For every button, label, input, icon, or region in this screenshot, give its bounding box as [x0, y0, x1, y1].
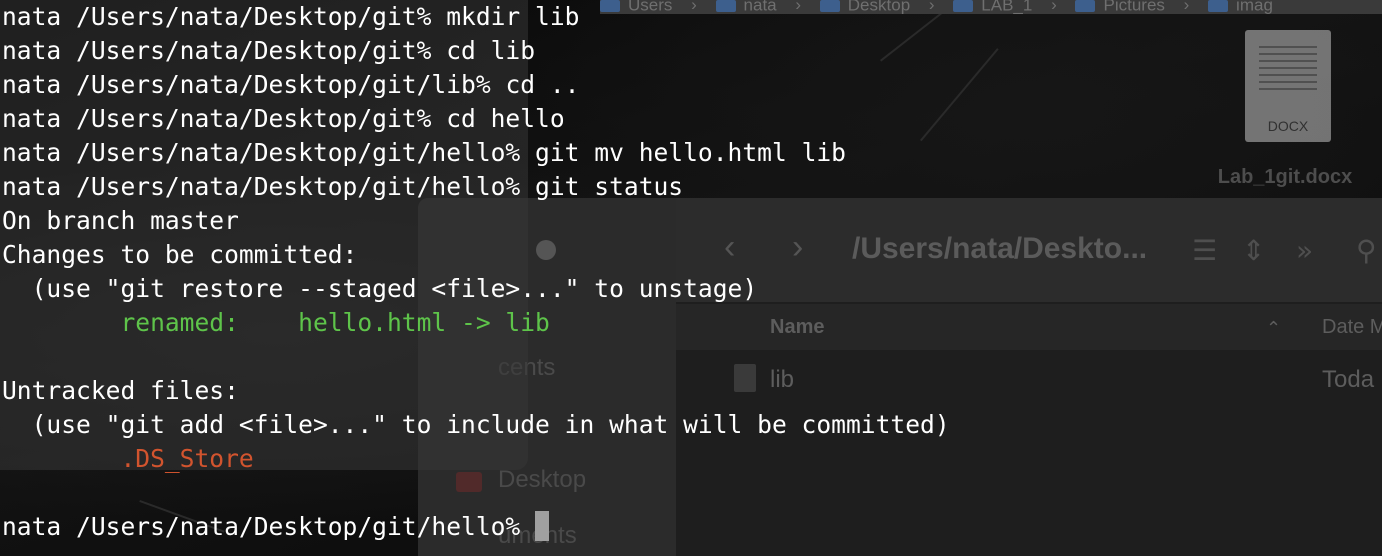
folder-icon	[1075, 0, 1096, 12]
status-branch-line: On branch master	[2, 206, 239, 235]
prompt: nata /Users/nata/Desktop/git/hello%	[2, 138, 536, 167]
status-untracked-hint: (use "git add <file>..." to include in w…	[2, 410, 950, 439]
status-renamed-entry: renamed: hello.html -> lib	[2, 308, 550, 337]
prompt: nata /Users/nata/Desktop/git/hello%	[2, 512, 536, 541]
status-staged-header: Changes to be committed:	[2, 240, 358, 269]
terminal-output[interactable]: nata /Users/nata/Desktop/git% mkdir lib n…	[2, 0, 950, 544]
command: cd lib	[446, 36, 536, 65]
terminal-line: nata /Users/nata/Desktop/git% cd hello	[2, 102, 950, 136]
column-header-date[interactable]: Date M	[1322, 316, 1382, 339]
status-untracked-entry: .DS_Store	[2, 444, 254, 473]
terminal-line-current: nata /Users/nata/Desktop/git/hello%	[2, 510, 950, 544]
prompt: nata /Users/nata/Desktop/git/hello%	[2, 172, 536, 201]
path-segment[interactable]: LAB_1	[953, 0, 1032, 13]
folder-icon	[1208, 0, 1229, 12]
command: git mv hello.html lib	[535, 138, 846, 167]
path-segment[interactable]: Pictures	[1075, 0, 1165, 13]
folder-icon	[953, 0, 974, 12]
search-icon[interactable]: ⚲	[1356, 234, 1377, 267]
sort-ascending-icon: ⌃	[1266, 318, 1282, 339]
list-view-icon[interactable]: ☰	[1192, 234, 1217, 267]
sort-toggle-icon[interactable]: ⇕	[1242, 234, 1265, 267]
command: cd ..	[505, 70, 580, 99]
path-separator: ›	[1183, 0, 1190, 14]
terminal-line: nata /Users/nata/Desktop/git/lib% cd ..	[2, 68, 950, 102]
terminal-line: nata /Users/nata/Desktop/git% cd lib	[2, 34, 950, 68]
document-lines	[1259, 46, 1317, 95]
prompt: nata /Users/nata/Desktop/git%	[2, 36, 447, 65]
command: git status	[535, 172, 684, 201]
status-untracked-header: Untracked files:	[2, 376, 239, 405]
prompt: nata /Users/nata/Desktop/git/lib%	[2, 70, 506, 99]
command: cd hello	[446, 104, 565, 133]
more-icon[interactable]: »	[1296, 234, 1313, 267]
text-cursor[interactable]	[535, 511, 550, 541]
terminal-line: nata /Users/nata/Desktop/git/hello% git …	[2, 170, 950, 204]
terminal-line: nata /Users/nata/Desktop/git/hello% git …	[2, 136, 950, 170]
docx-file-icon[interactable]: DOCX	[1245, 30, 1331, 142]
terminal-line: nata /Users/nata/Desktop/git% mkdir lib	[2, 0, 950, 34]
status-staged-hint: (use "git restore --staged <file>..." to…	[2, 274, 758, 303]
command: mkdir lib	[446, 2, 580, 31]
prompt: nata /Users/nata/Desktop/git%	[2, 2, 447, 31]
desktop-file-name[interactable]: Lab_1git.docx	[1185, 166, 1382, 189]
file-date: Toda	[1322, 366, 1375, 393]
prompt: nata /Users/nata/Desktop/git%	[2, 104, 447, 133]
file-type-label: DOCX	[1267, 118, 1309, 134]
path-separator: ›	[1051, 0, 1057, 14]
path-segment[interactable]: imag	[1208, 0, 1273, 13]
